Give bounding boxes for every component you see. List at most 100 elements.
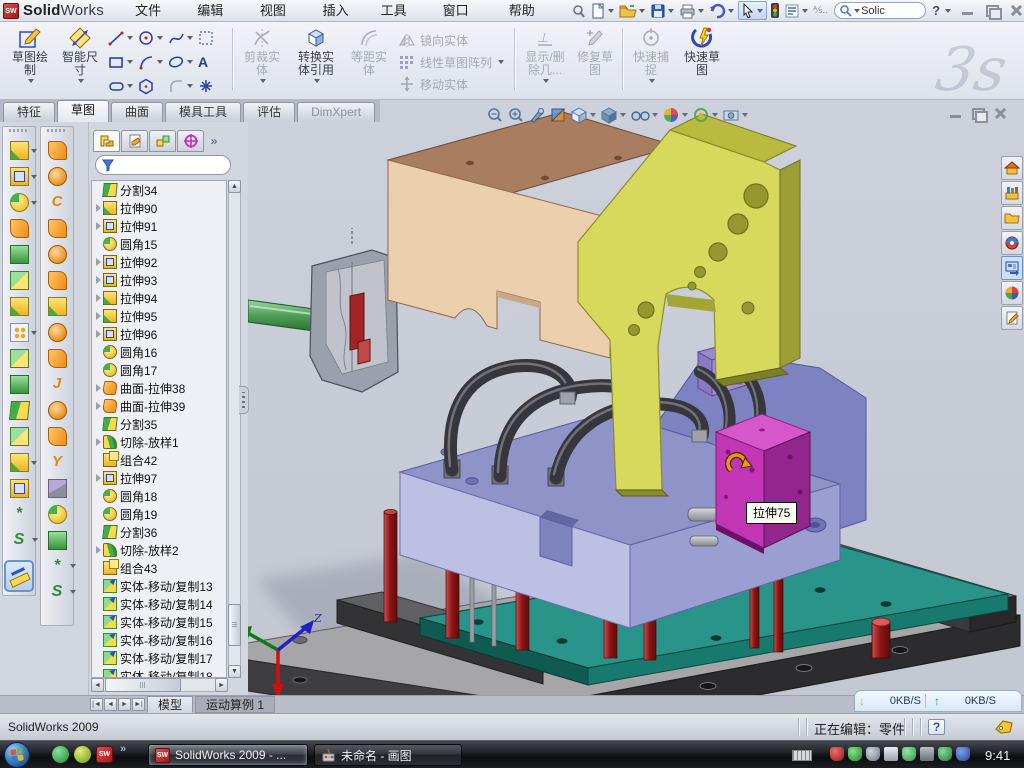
search-input[interactable] [861, 5, 913, 17]
tray-antivirus-icon[interactable] [830, 747, 844, 761]
open-button[interactable] [618, 1, 647, 21]
tree-filter-input[interactable] [95, 155, 231, 175]
mirror-entities-button[interactable]: 镜向实体 [398, 30, 468, 50]
quick-tips-button[interactable]: ? [928, 719, 945, 735]
sketch-text-tool[interactable]: A [198, 50, 228, 74]
measure-tool-pressed[interactable] [4, 560, 34, 592]
tree-item[interactable]: 拉伸92 [92, 253, 226, 271]
last-tab-button[interactable]: ►| [132, 698, 145, 711]
quicklaunch-messenger-icon[interactable] [52, 746, 69, 763]
tree-item[interactable]: 拉伸91 [92, 217, 226, 235]
tool-icon[interactable] [48, 531, 67, 550]
tray-sync-icon[interactable] [902, 747, 916, 761]
volume-icon[interactable] [884, 747, 898, 761]
tree-item[interactable]: 拉伸97 [92, 469, 226, 487]
tree-item[interactable]: 拉伸94 [92, 289, 226, 307]
close-button[interactable] [1007, 3, 1024, 18]
tab-sketch[interactable]: 草图 [57, 100, 109, 122]
line-tool[interactable] [108, 26, 138, 50]
menu-view[interactable]: 视图(V) [249, 0, 312, 22]
tray-security-icon[interactable] [938, 747, 952, 761]
box-select-tool[interactable] [198, 26, 228, 50]
tree-item[interactable]: 圆角18 [92, 487, 226, 505]
search-results-icon[interactable] [1001, 231, 1023, 255]
tree-item[interactable]: 实体-移动/复制14 [92, 595, 226, 613]
tree-item[interactable]: 实体-移动/复制16 [92, 631, 226, 649]
tool-icon[interactable] [48, 427, 67, 446]
menu-tools[interactable]: 工具(T) [370, 0, 432, 22]
tool-icon[interactable]: C [48, 193, 67, 212]
trim-entities-button[interactable]: 剪裁实体 [238, 25, 286, 95]
select-tool-button[interactable] [738, 1, 767, 20]
point-tool[interactable] [198, 74, 228, 98]
scroll-down-button[interactable]: ▼ [228, 665, 241, 678]
tool-icon[interactable] [10, 167, 29, 186]
tree-item[interactable]: 拉伸95 [92, 307, 226, 325]
propertymanager-tab[interactable] [121, 130, 148, 152]
tray-guard-icon[interactable] [848, 747, 862, 761]
tree-item[interactable]: 圆角15 [92, 235, 226, 253]
restore-button[interactable] [983, 3, 1000, 18]
tool-icon[interactable] [48, 479, 67, 498]
overflow-tool-icon[interactable]: ⅍.. [812, 1, 829, 21]
appearances-icon[interactable] [662, 106, 689, 124]
tree-item[interactable]: 曲面-拉伸38 [92, 379, 226, 397]
graphics-viewport[interactable]: X Y Z [248, 100, 1024, 695]
tree-item[interactable]: 拉伸90 [92, 199, 226, 217]
panel-splitter-handle[interactable] [239, 386, 249, 414]
tool-icon[interactable] [10, 297, 29, 316]
options-button[interactable] [783, 1, 810, 21]
minimize-button[interactable] [959, 3, 976, 18]
spline-tool[interactable] [168, 26, 198, 50]
tool-icon[interactable] [10, 323, 29, 342]
start-button[interactable] [2, 741, 32, 768]
doc-minimize-button[interactable] [947, 106, 964, 121]
rectangle-tool[interactable] [108, 50, 138, 74]
zoom-selection-icon[interactable] [528, 106, 546, 124]
tray-update-icon[interactable] [866, 747, 880, 761]
scroll-up-button[interactable]: ▲ [228, 180, 241, 193]
zoom-fit-icon[interactable] [486, 106, 504, 124]
smart-dimension-button[interactable]: 智能尺寸 [56, 25, 104, 95]
sketch-fillet-tool[interactable] [168, 74, 198, 98]
new-document-button[interactable] [589, 1, 616, 21]
tree-item[interactable]: 圆角17 [92, 361, 226, 379]
print-button[interactable] [678, 1, 706, 21]
tree-item[interactable]: 组合43 [92, 559, 226, 577]
taskbar-window-paint[interactable]: 未命名 - 画图 [314, 744, 462, 766]
taskbar-clock[interactable]: 9:41 [985, 748, 1010, 763]
featuremanager-tab[interactable] [93, 130, 120, 152]
scene-icon[interactable] [692, 106, 719, 124]
linear-sketch-pattern-button[interactable]: 线性草图阵列 [398, 52, 505, 72]
tool-icon[interactable] [10, 479, 29, 498]
taskbar-window-solidworks[interactable]: SW SolidWorks 2009 - ... [148, 744, 308, 766]
tab-dimxpert[interactable]: DimXpert [297, 102, 375, 122]
search-box[interactable] [834, 2, 926, 19]
doc-close-button[interactable] [991, 106, 1008, 121]
tool-icon[interactable] [48, 505, 67, 524]
tool-icon[interactable] [10, 427, 29, 446]
appearances-sphere-icon[interactable] [1001, 281, 1023, 305]
rebuild-button[interactable] [769, 1, 781, 21]
tool-icon[interactable] [10, 141, 29, 160]
design-library-icon[interactable] [1001, 181, 1023, 205]
menu-edit[interactable]: 编辑(E) [186, 0, 249, 22]
tree-item[interactable]: 曲面-拉伸39 [92, 397, 226, 415]
quicklaunch-solidworks-icon[interactable]: SW [96, 746, 113, 763]
tool-icon[interactable] [10, 271, 29, 290]
motion-study-tab[interactable]: 运动算例 1 [195, 696, 275, 713]
tree-item[interactable]: 实体-移动/复制15 [92, 613, 226, 631]
next-tab-button[interactable]: ► [118, 698, 131, 711]
tool-icon[interactable]: S [48, 583, 67, 602]
tool-icon[interactable] [10, 453, 29, 472]
tool-icon[interactable]: J [48, 375, 67, 394]
tool-icon[interactable] [10, 219, 29, 238]
tree-item[interactable]: 分割36 [92, 523, 226, 541]
ellipse-tool[interactable] [168, 50, 198, 74]
tree-item[interactable]: 拉伸96 [92, 325, 226, 343]
menu-window[interactable]: 窗口(W) [432, 0, 498, 22]
display-delete-relations-button[interactable]: ⊥ 显示/删除几... [520, 25, 570, 95]
part-red-bolt[interactable] [872, 618, 890, 658]
repair-sketch-button[interactable]: 修复草图 [572, 25, 618, 95]
section-view-icon[interactable] [549, 106, 567, 124]
